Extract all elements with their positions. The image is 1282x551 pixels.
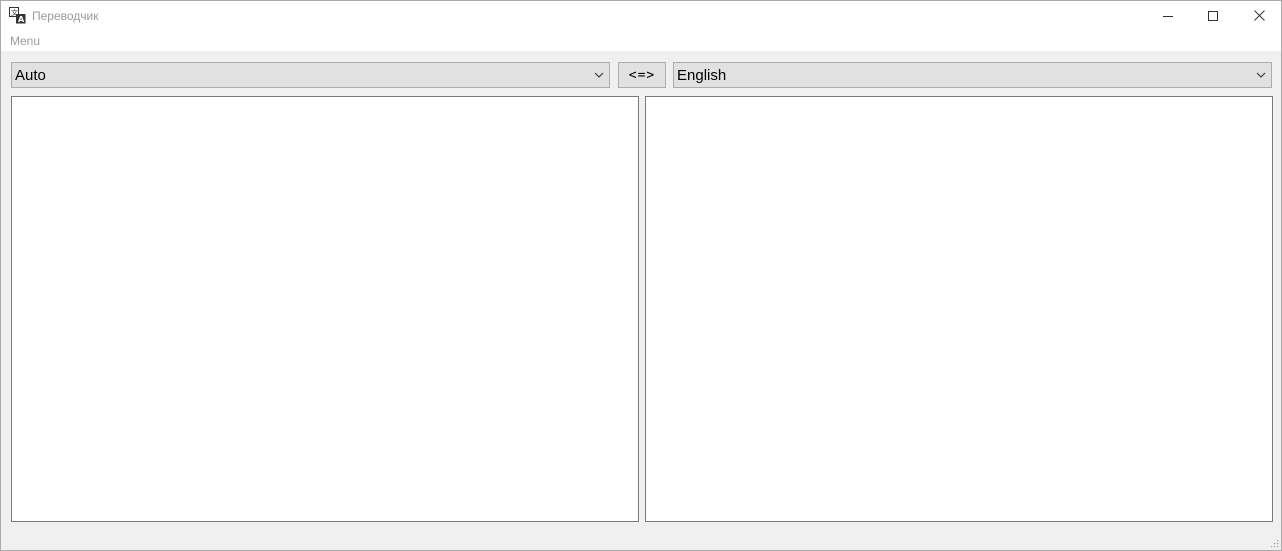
translator-window: 文 A Переводчик Menu Auto <=> English — [0, 0, 1282, 551]
translate-icon: 文 A — [9, 7, 26, 24]
target-language-value: English — [677, 67, 727, 84]
target-language-select[interactable]: English — [673, 62, 1272, 88]
maximize-icon — [1208, 10, 1218, 21]
close-button[interactable] — [1236, 1, 1281, 30]
menu-bar: Menu — [1, 31, 1281, 51]
minimize-icon — [1163, 15, 1173, 17]
translated-text-output[interactable] — [645, 96, 1273, 522]
svg-text:A: A — [18, 15, 25, 24]
resize-grip-icon[interactable] — [1269, 538, 1279, 548]
source-text-input[interactable] — [11, 96, 639, 522]
menu-item-menu[interactable]: Menu — [10, 34, 40, 49]
minimize-button[interactable] — [1145, 1, 1191, 30]
close-icon — [1253, 10, 1265, 21]
chevron-down-icon — [594, 72, 604, 78]
maximize-button[interactable] — [1190, 1, 1236, 30]
title-bar[interactable]: 文 A Переводчик — [1, 1, 1281, 31]
source-language-value: Auto — [15, 67, 46, 84]
swap-languages-button[interactable]: <=> — [618, 62, 666, 88]
chevron-down-icon — [1256, 72, 1266, 78]
source-language-select[interactable]: Auto — [11, 62, 610, 88]
window-title: Переводчик — [32, 9, 99, 23]
